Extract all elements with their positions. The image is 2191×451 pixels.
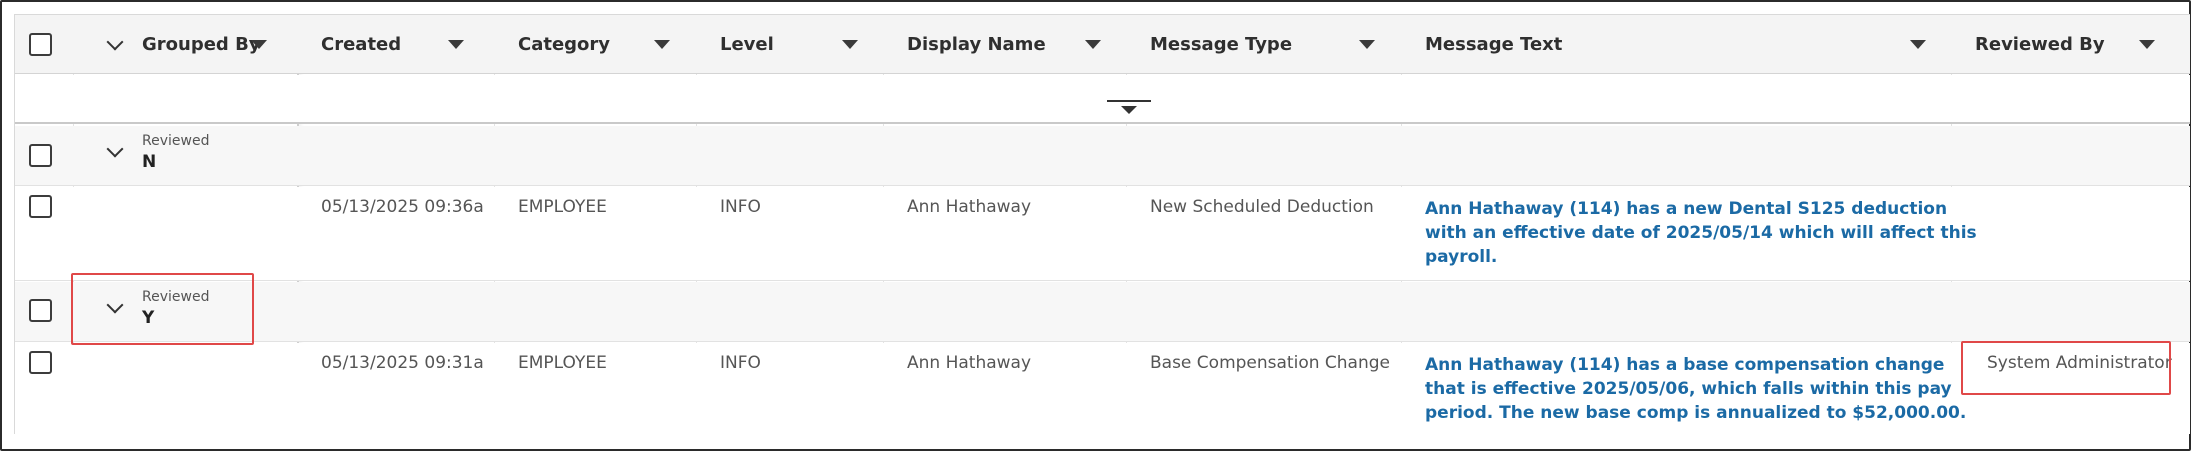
column-header-display-name[interactable]: Display Name bbox=[907, 15, 1046, 74]
column-header-label: Grouped By bbox=[142, 34, 261, 55]
row-checkbox[interactable] bbox=[29, 299, 52, 322]
filter-row bbox=[15, 75, 2190, 124]
caret-down-icon[interactable] bbox=[1359, 40, 1375, 49]
caret-down-icon[interactable] bbox=[2139, 40, 2155, 49]
column-header-label: Category bbox=[518, 34, 611, 55]
column-header-reviewed-by[interactable]: Reviewed By bbox=[1975, 15, 2105, 74]
column-header-category[interactable]: Category bbox=[518, 15, 610, 74]
cell-message-type: Base Compensation Change bbox=[1150, 353, 1390, 373]
row-checkbox[interactable] bbox=[29, 195, 52, 218]
cell-display-name: Ann Hathaway bbox=[907, 197, 1032, 217]
group-row-reviewed-n[interactable]: Reviewed N bbox=[15, 126, 2190, 186]
group-field-label: Reviewed bbox=[142, 133, 210, 149]
filter-icon[interactable] bbox=[1107, 100, 1151, 122]
cell-category: EMPLOYEE bbox=[518, 353, 607, 373]
cell-category: EMPLOYEE bbox=[518, 197, 607, 217]
grid-header: Grouped By Created Category Level Displa… bbox=[15, 15, 2190, 74]
caret-down-icon[interactable] bbox=[1085, 40, 1101, 49]
filter-icon-bar bbox=[1107, 100, 1151, 102]
data-grid-frame: Grouped By Created Category Level Displa… bbox=[0, 0, 2191, 451]
column-header-label: Created bbox=[321, 34, 402, 55]
column-header-grouped-by[interactable]: Grouped By bbox=[142, 15, 261, 74]
column-header-level[interactable]: Level bbox=[720, 15, 774, 74]
caret-down-icon[interactable] bbox=[1910, 40, 1926, 49]
caret-down-icon[interactable] bbox=[448, 40, 464, 49]
message-line: Ann Hathaway (114) has a base compensati… bbox=[1425, 355, 1945, 375]
cell-message-text[interactable]: Ann Hathaway (114) has a new Dental S125… bbox=[1425, 197, 1977, 269]
caret-down-icon[interactable] bbox=[842, 40, 858, 49]
column-header-message-type[interactable]: Message Type bbox=[1150, 15, 1292, 74]
column-header-created[interactable]: Created bbox=[321, 15, 401, 74]
column-header-label: Level bbox=[720, 34, 774, 55]
column-header-label: Message Type bbox=[1150, 34, 1293, 55]
message-line: payroll. bbox=[1425, 247, 1498, 267]
cell-level: INFO bbox=[720, 353, 761, 373]
cell-created: 05/13/2025 09:36a bbox=[321, 197, 484, 217]
filter-icon-arrow bbox=[1121, 106, 1137, 114]
column-header-label: Display Name bbox=[907, 34, 1046, 55]
row-checkbox[interactable] bbox=[29, 144, 52, 167]
highlight-box-reviewed-by bbox=[1961, 341, 2171, 395]
message-line: with an effective date of 2025/05/14 whi… bbox=[1425, 223, 1977, 243]
cell-message-text[interactable]: Ann Hathaway (114) has a base compensati… bbox=[1425, 353, 1967, 425]
select-all-checkbox[interactable] bbox=[29, 33, 52, 56]
cell-created: 05/13/2025 09:31a bbox=[321, 353, 484, 373]
column-header-label: Message Text bbox=[1425, 34, 1563, 55]
highlight-box-group-y bbox=[71, 273, 254, 345]
table-row[interactable]: 05/13/2025 09:36a EMPLOYEE INFO Ann Hath… bbox=[15, 187, 2190, 281]
group-value: N bbox=[142, 152, 157, 172]
chevron-down-icon[interactable] bbox=[106, 33, 124, 51]
message-line: period. The new base comp is annualized … bbox=[1425, 403, 1967, 423]
caret-down-icon[interactable] bbox=[251, 40, 267, 49]
group-row-reviewed-y[interactable]: Reviewed Y bbox=[15, 282, 2190, 342]
caret-down-icon[interactable] bbox=[654, 40, 670, 49]
cell-display-name: Ann Hathaway bbox=[907, 353, 1032, 373]
message-line: that is effective 2025/05/06, which fall… bbox=[1425, 379, 1952, 399]
cell-message-type: New Scheduled Deduction bbox=[1150, 197, 1374, 217]
cell-level: INFO bbox=[720, 197, 761, 217]
column-header-message-text[interactable]: Message Text bbox=[1425, 15, 1562, 74]
table-row[interactable]: 05/13/2025 09:31a EMPLOYEE INFO Ann Hath… bbox=[15, 343, 2190, 434]
row-checkbox[interactable] bbox=[29, 351, 52, 374]
column-header-label: Reviewed By bbox=[1975, 34, 2105, 55]
data-grid: Grouped By Created Category Level Displa… bbox=[14, 14, 2190, 434]
message-line: Ann Hathaway (114) has a new Dental S125… bbox=[1425, 199, 1948, 219]
chevron-down-icon[interactable] bbox=[106, 140, 124, 158]
